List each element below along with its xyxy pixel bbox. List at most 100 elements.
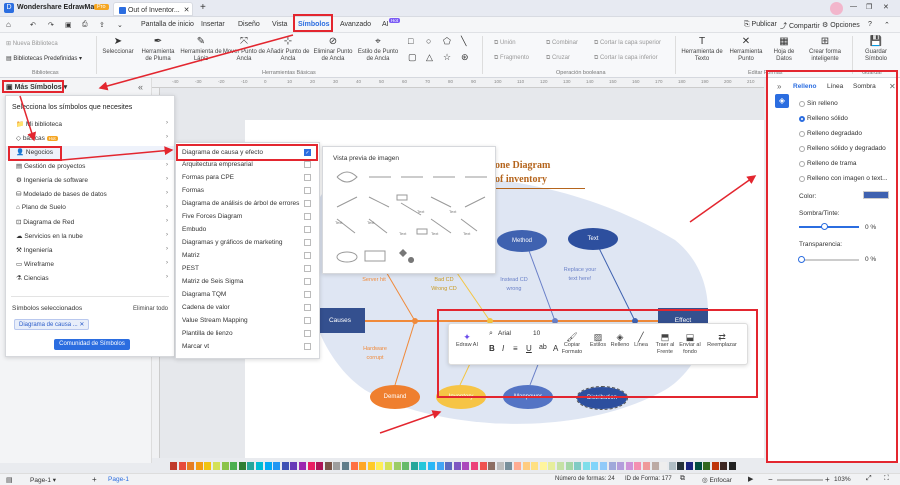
export-icon[interactable]: ⇪ xyxy=(99,21,105,29)
checkbox[interactable] xyxy=(304,187,311,194)
color-swatch[interactable] xyxy=(281,462,289,470)
print-icon[interactable]: ⎙ xyxy=(82,21,88,29)
checkbox[interactable] xyxy=(304,291,311,298)
fullscreen-icon[interactable]: ⛶ xyxy=(884,475,889,483)
focus-button[interactable]: ◎ Enfocar xyxy=(702,476,732,484)
cut-upper-button[interactable]: ⧉ Cortar la capa superior xyxy=(594,40,661,47)
category-mi-biblioteca[interactable]: 📁 Mi biblioteca › xyxy=(6,118,174,132)
page-list-icon[interactable]: ▤ xyxy=(6,476,13,484)
page-selector[interactable]: Page-1 ▾ xyxy=(30,476,56,484)
color-swatch[interactable] xyxy=(694,462,702,470)
color-swatch[interactable] xyxy=(436,462,444,470)
color-swatch[interactable] xyxy=(367,462,375,470)
predefined-libraries-button[interactable]: ▤ Bibliotecas Predefinidas ▾ xyxy=(6,55,82,62)
color-swatch[interactable] xyxy=(247,462,255,470)
home-icon[interactable]: ⌂ xyxy=(6,20,11,29)
spiral-shape-icon[interactable]: ⊛ xyxy=(461,52,469,63)
maximize-button[interactable]: ❐ xyxy=(866,3,872,11)
color-swatch[interactable] xyxy=(729,462,736,470)
checkbox[interactable] xyxy=(304,278,311,285)
checkbox[interactable] xyxy=(304,330,311,337)
close-window-button[interactable]: ✕ xyxy=(883,3,889,11)
cross-button[interactable]: ⧉ Cruzar xyxy=(546,55,570,62)
move-anchor-button[interactable]: ⤧ Mover Punto de Ancla xyxy=(222,36,266,63)
color-swatch[interactable] xyxy=(324,462,332,470)
color-swatch[interactable] xyxy=(617,462,625,470)
submenu-item[interactable]: Diagramas y gráficos de marketing xyxy=(176,237,319,249)
color-swatch[interactable] xyxy=(376,462,384,470)
color-swatch[interactable] xyxy=(178,462,186,470)
color-swatch[interactable] xyxy=(393,462,401,470)
color-swatch[interactable] xyxy=(677,462,685,470)
cut-lower-button[interactable]: ⧉ Cortar la capa inferior xyxy=(594,55,658,62)
submenu-item[interactable]: Matriz xyxy=(176,250,319,262)
submenu-item[interactable]: Formas para CPE xyxy=(176,172,319,184)
checkbox[interactable] xyxy=(304,226,311,233)
zoom-out-icon[interactable]: − xyxy=(768,475,773,484)
zoom-in-icon[interactable]: + xyxy=(825,475,830,484)
submenu-item[interactable]: Matriz de Seis Sigma xyxy=(176,276,319,288)
color-swatch[interactable] xyxy=(557,462,564,470)
color-swatch[interactable] xyxy=(204,462,212,470)
color-swatch[interactable] xyxy=(686,462,693,470)
rounded-rect-shape-icon[interactable]: ▢ xyxy=(408,52,417,63)
checkbox[interactable] xyxy=(304,252,311,259)
datasheet-button[interactable]: ▦ Hoja de Datos xyxy=(770,36,798,63)
help-button[interactable]: ? xyxy=(868,21,872,28)
color-swatch[interactable] xyxy=(410,462,418,470)
category-gestion-proyectos[interactable]: ▤ Gestión de proyectos › xyxy=(6,160,174,174)
color-swatch[interactable] xyxy=(488,462,496,470)
avatar[interactable] xyxy=(830,2,843,15)
page-tab[interactable]: Page-1 xyxy=(108,476,129,483)
color-swatch[interactable] xyxy=(608,462,616,470)
menu-insertar[interactable]: Insertar xyxy=(201,21,225,28)
demand-node[interactable]: Demand xyxy=(370,385,420,409)
color-swatch[interactable] xyxy=(643,462,650,470)
checkbox[interactable] xyxy=(304,161,311,168)
category-basicas[interactable]: ◇ básicas Hot › xyxy=(6,132,174,146)
color-swatch[interactable] xyxy=(316,462,324,470)
submenu-item[interactable]: PEST xyxy=(176,263,319,275)
save-symbol-button[interactable]: 💾 Guardar Símbolo xyxy=(855,36,897,63)
color-swatch[interactable] xyxy=(582,462,590,470)
rectangle-shape-icon[interactable]: □ xyxy=(408,36,413,46)
submenu-item[interactable]: Cadena de valor xyxy=(176,302,319,314)
close-tab-icon[interactable]: ✕ xyxy=(184,7,190,14)
color-swatch[interactable] xyxy=(668,462,676,470)
color-swatch[interactable] xyxy=(256,462,263,470)
submenu-item[interactable]: Diagrama de análisis de árbol de errores xyxy=(176,198,319,210)
circle-shape-icon[interactable]: ○ xyxy=(426,36,431,46)
menu-avanzado[interactable]: Avanzado xyxy=(340,21,371,28)
selected-symbol-chip[interactable]: Diagrama de causa ... ✕ xyxy=(14,319,90,330)
color-swatch[interactable] xyxy=(591,462,599,470)
add-page-icon[interactable]: + xyxy=(92,475,97,484)
smart-shape-button[interactable]: ⊞ Crear forma inteligente xyxy=(800,36,850,63)
color-swatch[interactable] xyxy=(290,462,298,470)
undo-icon[interactable]: ↶ xyxy=(30,21,36,29)
fragment-button[interactable]: ⧉ Fragmento xyxy=(494,55,529,62)
category-wireframe[interactable]: ▭ Wireframe › xyxy=(6,258,174,272)
play-icon[interactable]: ▶ xyxy=(748,475,753,483)
category-ingenieria[interactable]: ⚒ Ingeniería › xyxy=(6,244,174,258)
collapse-sidebar-icon[interactable]: « xyxy=(138,82,143,92)
color-swatch[interactable] xyxy=(539,462,547,470)
color-swatch[interactable] xyxy=(419,462,427,470)
combine-button[interactable]: ⧉ Combinar xyxy=(546,40,578,47)
color-swatch[interactable] xyxy=(195,462,203,470)
color-swatch[interactable] xyxy=(359,462,367,470)
color-swatch[interactable] xyxy=(600,462,607,470)
color-swatch[interactable] xyxy=(625,462,633,470)
color-swatch[interactable] xyxy=(230,462,238,470)
category-plano-suelo[interactable]: ⌂ Plano de Suelo › xyxy=(6,202,174,216)
color-swatch[interactable] xyxy=(505,462,513,470)
submenu-item[interactable]: Diagrama TQM xyxy=(176,289,319,301)
more-icon[interactable]: ⌄ xyxy=(117,21,123,29)
color-swatch[interactable] xyxy=(462,462,470,470)
text-tool-button[interactable]: T Herramienta de Texto xyxy=(680,36,724,63)
checkbox[interactable] xyxy=(304,174,311,181)
add-tab-button[interactable]: + xyxy=(200,2,206,13)
category-ciencias[interactable]: ⚗ Ciencias › xyxy=(6,272,174,286)
color-swatch[interactable] xyxy=(273,462,281,470)
method-node[interactable]: Method xyxy=(497,230,547,252)
remove-chip-icon[interactable]: ✕ xyxy=(79,322,84,328)
